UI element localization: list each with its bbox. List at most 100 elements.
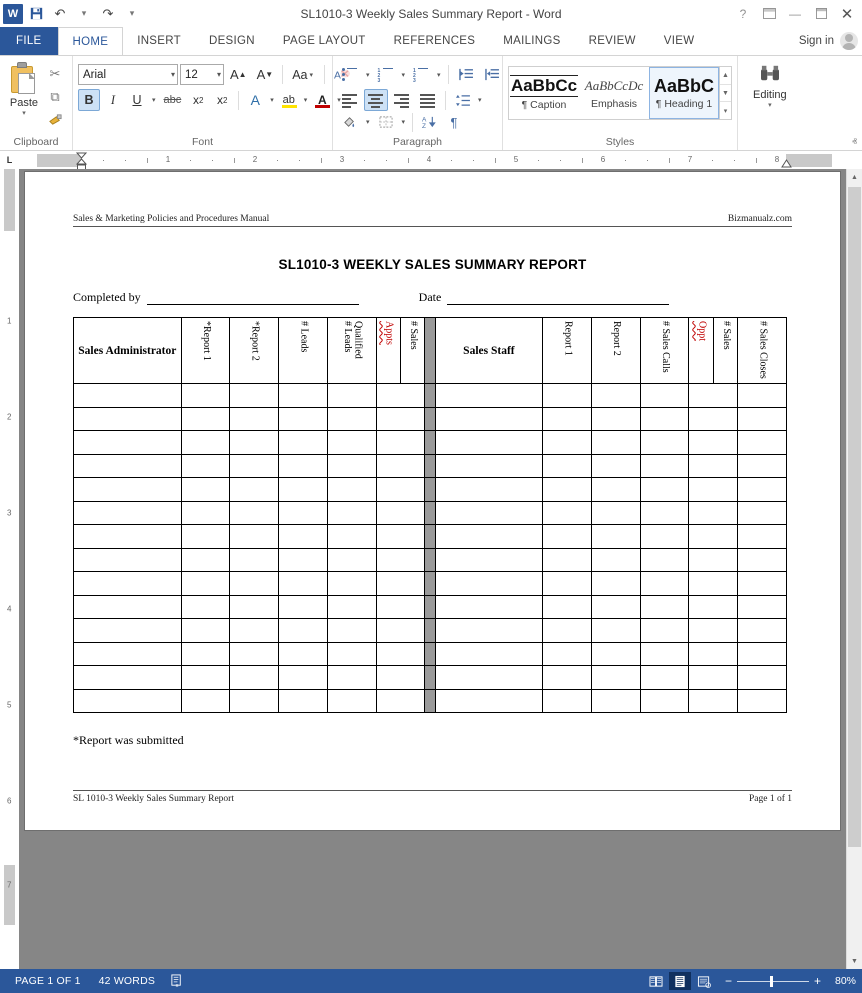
table-cell[interactable] [326,383,377,408]
table-cell[interactable] [590,547,641,572]
table-cell[interactable] [278,571,328,596]
borders-chevron-down-icon[interactable]: ▾ [400,118,408,126]
table-cell[interactable] [688,383,739,408]
table-cell[interactable] [73,406,182,431]
highlight-chevron-down-icon[interactable]: ▾ [302,96,310,104]
table-cell[interactable] [639,500,690,525]
table-cell[interactable] [278,406,328,431]
table-cell[interactable] [180,453,231,478]
increase-indent-button[interactable] [480,64,504,86]
table-cell[interactable] [73,665,182,690]
zoom-in-button[interactable]: + [814,975,821,987]
table-cell[interactable] [542,406,592,431]
table-cell[interactable] [73,383,182,408]
horizontal-ruler[interactable]: 1 2 3 4 5 6 7 8 [19,152,835,170]
table-cell[interactable] [590,430,641,455]
bold-button[interactable]: B [78,89,100,111]
table-cell[interactable] [180,618,231,643]
table-cell[interactable] [737,594,787,619]
table-cell[interactable] [326,618,377,643]
table-cell[interactable] [326,500,377,525]
table-cell[interactable] [434,524,544,549]
show-formatting-marks-button[interactable]: ¶ [443,111,465,133]
table-cell[interactable] [688,453,739,478]
help-icon[interactable]: ? [730,2,756,26]
table-cell[interactable] [590,641,641,666]
table-cell[interactable] [542,594,592,619]
table-cell[interactable] [278,665,328,690]
table-cell[interactable] [375,500,426,525]
tab-review[interactable]: REVIEW [575,27,650,55]
table-cell[interactable] [375,571,426,596]
table-cell[interactable] [737,571,787,596]
strikethrough-button[interactable]: abc [160,89,186,111]
font-name-combo[interactable]: Arial ▾ [78,64,178,85]
table-cell[interactable] [326,453,377,478]
table-cell[interactable] [229,547,280,572]
table-cell[interactable] [73,430,182,455]
line-spacing-chevron-down-icon[interactable]: ▾ [476,96,484,104]
tab-references[interactable]: REFERENCES [380,27,490,55]
table-cell[interactable] [73,688,182,713]
table-cell[interactable] [229,618,280,643]
table-cell[interactable] [542,453,592,478]
table-cell[interactable] [639,547,690,572]
table-cell[interactable] [434,430,544,455]
table-cell[interactable] [434,594,544,619]
table-cell[interactable] [278,524,328,549]
table-cell[interactable] [375,618,426,643]
table-cell[interactable] [278,641,328,666]
table-cell[interactable] [434,688,544,713]
table-cell[interactable] [73,453,182,478]
table-cell[interactable] [73,547,182,572]
table-cell[interactable] [639,524,690,549]
bullets-button[interactable] [338,64,362,86]
scroll-up-icon[interactable]: ▲ [847,169,862,185]
table-cell[interactable] [434,641,544,666]
table-cell[interactable] [278,430,328,455]
table-cell[interactable] [737,477,787,502]
table-cell[interactable] [542,641,592,666]
editing-button[interactable]: Editing ▾ [743,59,797,109]
close-icon[interactable]: ✕ [834,2,860,26]
style-emphasis[interactable]: AaBbCcDc Emphasis [579,67,649,119]
table-cell[interactable] [326,665,377,690]
scrollbar-thumb[interactable] [848,187,861,847]
table-cell[interactable] [326,477,377,502]
table-cell[interactable] [434,453,544,478]
table-row[interactable] [73,500,787,525]
style-heading-1[interactable]: AaBbC ¶ Heading 1 [649,67,719,119]
table-cell[interactable] [639,688,690,713]
undo-icon[interactable]: ↶ [49,3,71,25]
table-cell[interactable] [229,453,280,478]
table-cell[interactable] [229,430,280,455]
tab-home[interactable]: HOME [57,27,124,55]
table-cell[interactable] [688,665,739,690]
table-cell[interactable] [688,524,739,549]
table-cell[interactable] [542,547,592,572]
subscript-button[interactable]: x2 [187,89,209,111]
table-cell[interactable] [73,594,182,619]
tab-file[interactable]: FILE [0,27,58,55]
numbering-chevron-down-icon[interactable]: ▾ [400,71,408,79]
shrink-font-button[interactable]: A ▼ [253,64,278,86]
customize-qat-icon[interactable]: ▾ [121,3,143,25]
table-cell[interactable] [590,383,641,408]
table-cell[interactable] [73,500,182,525]
table-cell[interactable] [180,383,231,408]
table-cell[interactable] [688,618,739,643]
table-cell[interactable] [737,406,787,431]
table-cell[interactable] [737,547,787,572]
table-cell[interactable] [278,383,328,408]
table-cell[interactable] [229,594,280,619]
table-cell[interactable] [639,406,690,431]
table-cell[interactable] [590,618,641,643]
table-cell[interactable] [542,571,592,596]
tab-page-layout[interactable]: PAGE LAYOUT [269,27,380,55]
multilevel-list-button[interactable]: 123 [409,64,433,86]
table-cell[interactable] [542,618,592,643]
table-row[interactable] [73,641,787,666]
document-page[interactable]: Sales & Marketing Policies and Procedure… [25,172,840,830]
table-cell[interactable] [229,383,280,408]
table-cell[interactable] [688,477,739,502]
